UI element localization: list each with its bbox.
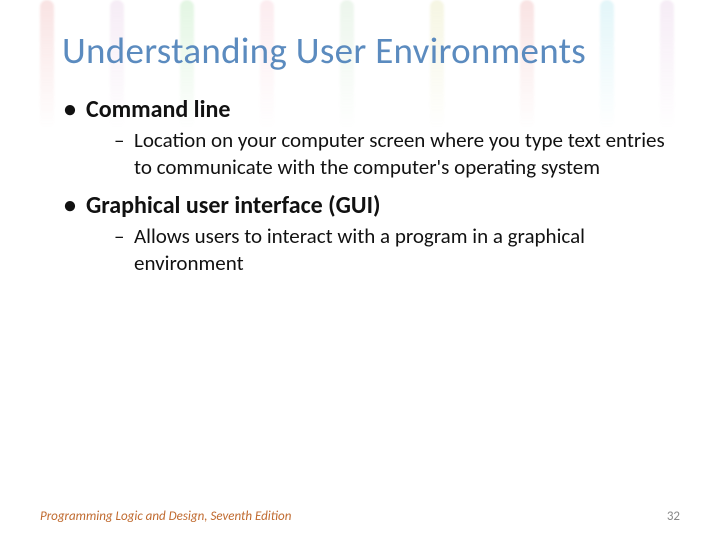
bullet-list: Command line Location on your computer s… [40,95,680,277]
sub-list: Allows users to interact with a program … [86,223,680,277]
slide-title: Understanding User Environments [62,28,680,73]
list-item-label: Command line [86,95,230,124]
page-number: 32 [667,509,680,524]
list-item: Command line Location on your computer s… [64,95,680,181]
sub-list: Location on your computer screen where y… [86,127,680,181]
list-item: Graphical user interface (GUI) Allows us… [64,191,680,277]
list-item-label: Graphical user interface (GUI) [86,191,380,220]
sub-list-item: Location on your computer screen where y… [114,127,680,181]
footer: Programming Logic and Design, Seventh Ed… [40,509,680,524]
sub-list-item: Allows users to interact with a program … [114,223,680,277]
footer-source: Programming Logic and Design, Seventh Ed… [40,509,291,524]
slide: Understanding User Environments Command … [0,0,720,540]
